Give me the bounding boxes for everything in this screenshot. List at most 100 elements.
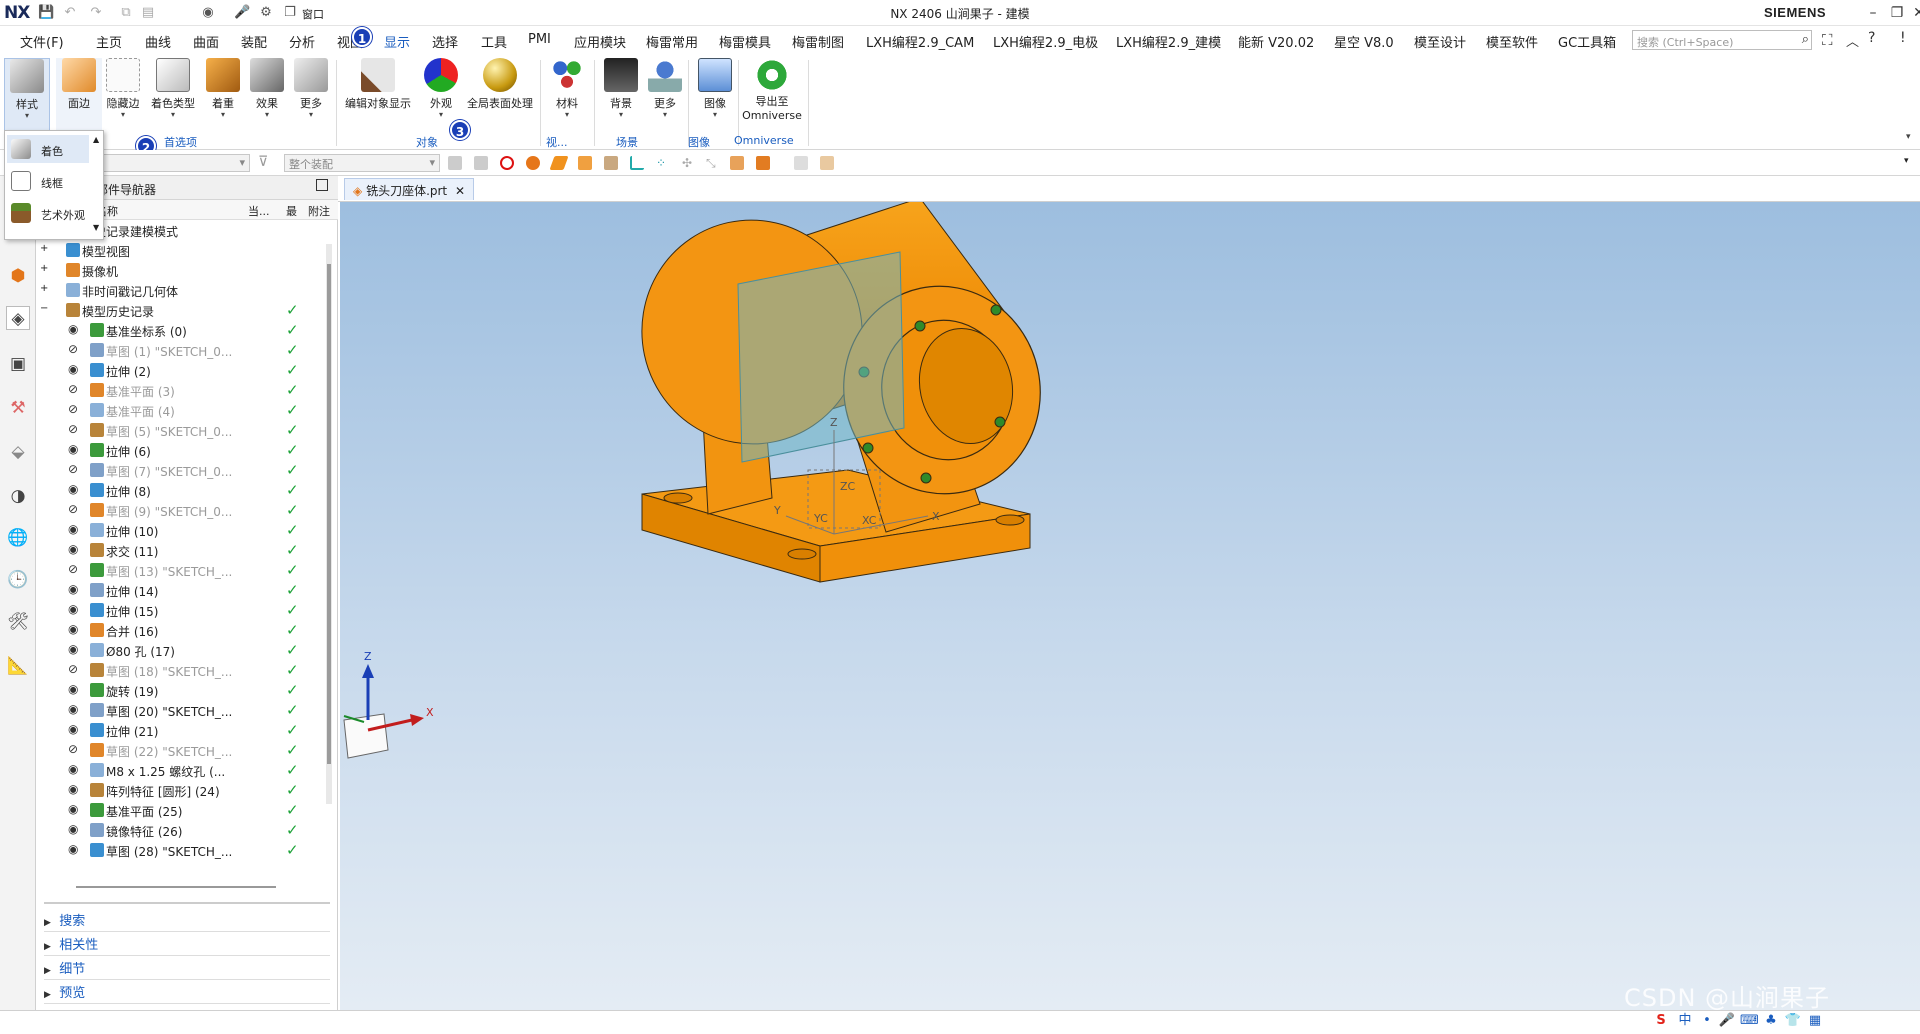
body-select-icon[interactable] <box>578 156 592 170</box>
panel-details[interactable]: ▶ 细节 <box>44 958 330 980</box>
visibility-eye-icon[interactable]: ⊘ <box>68 402 78 416</box>
visibility-eye-icon[interactable]: ◉ <box>68 442 78 456</box>
visibility-eye-icon[interactable]: ◉ <box>68 822 78 836</box>
snap-point-icon[interactable] <box>526 156 540 170</box>
web-browser-icon[interactable]: 🌐 <box>6 526 30 550</box>
menu-lxh-modeling[interactable]: LXH编程2.9_建模 <box>1116 32 1221 51</box>
punctuation-icon[interactable]: • <box>1698 1012 1716 1030</box>
tree-row[interactable]: ◉ 拉伸 (8) ✓ <box>36 480 326 500</box>
tree-row[interactable]: ◉ 旋转 (19) ✓ <box>36 680 326 700</box>
tree-row[interactable]: ◉ 拉伸 (14) ✓ <box>36 580 326 600</box>
menu-mozhi-software[interactable]: 模至软件 <box>1486 32 1538 51</box>
visibility-eye-icon[interactable]: ◉ <box>68 622 78 636</box>
deselect-icon[interactable] <box>474 156 488 170</box>
visibility-eye-icon[interactable]: ⊘ <box>68 382 78 396</box>
edit-object-display-button[interactable]: 编辑对象显示 <box>340 58 416 111</box>
menu-home[interactable]: 主页 <box>96 32 122 51</box>
datum-plane[interactable] <box>737 251 905 463</box>
menu-meilei-drawing[interactable]: 梅雷制图 <box>792 32 844 51</box>
orient-icon[interactable] <box>820 156 834 170</box>
hidden-edges-button[interactable]: 隐藏边 ▾ <box>100 58 146 119</box>
tree-row[interactable]: ◉ 阵列特征 [圆形] (24) ✓ <box>36 780 326 800</box>
face-select-icon[interactable] <box>549 156 569 170</box>
show-hide-icon[interactable] <box>794 156 808 170</box>
visibility-eye-icon[interactable]: ◉ <box>68 702 78 716</box>
tree-row[interactable]: ◉ 拉伸 (21) ✓ <box>36 720 326 740</box>
skin-icon[interactable]: ♣ <box>1762 1012 1780 1030</box>
style-option-wireframe[interactable]: 线框 <box>7 167 89 195</box>
group-omniverse[interactable]: Omniverse <box>734 134 794 147</box>
keyboard-icon[interactable]: ⌨ <box>1740 1012 1759 1030</box>
filter-icon[interactable]: ⊽ <box>258 154 268 170</box>
tree-row[interactable]: ⊘ 草图 (5) "SKETCH_0... ✓ <box>36 420 326 440</box>
expand-toggle-icon[interactable]: + <box>40 263 48 274</box>
visibility-eye-icon[interactable]: ◉ <box>68 842 78 856</box>
command-search-input[interactable]: 搜索 (Ctrl+Space) ⌕ <box>1632 30 1812 50</box>
expand-toggle-icon[interactable]: + <box>40 243 48 254</box>
visibility-eye-icon[interactable]: ◉ <box>68 322 78 336</box>
point-select-icon[interactable]: ⁘ <box>656 156 670 170</box>
part-navigator-icon[interactable]: ◈ <box>6 306 30 330</box>
scroll-down-icon[interactable]: ▼ <box>93 223 99 232</box>
tree-row[interactable]: ◉ 拉伸 (10) ✓ <box>36 520 326 540</box>
menu-lxh-cam[interactable]: LXH编程2.9_CAM <box>866 32 974 51</box>
panel-search[interactable]: ▶ 搜索 <box>44 910 330 932</box>
menu-curve[interactable]: 曲线 <box>145 32 171 51</box>
tree-row[interactable]: ◉ 合并 (16) ✓ <box>36 620 326 640</box>
group-preferences[interactable]: 首选项 <box>164 134 197 150</box>
tree-row[interactable]: ⊘ 草图 (7) "SKETCH_0... ✓ <box>36 460 326 480</box>
select-all-icon[interactable] <box>448 156 462 170</box>
tree-row[interactable]: ◉ Ø80 孔 (17) ✓ <box>36 640 326 660</box>
toolbar-options-icon[interactable]: ▾ <box>1904 156 1909 166</box>
menu-tools[interactable]: 工具 <box>481 32 507 51</box>
constraint-navigator-icon[interactable]: ⚒ <box>6 396 30 420</box>
tree-row[interactable]: ⊘ 草图 (18) "SKETCH_... ✓ <box>36 660 326 680</box>
menu-pmi[interactable]: PMI <box>528 32 551 47</box>
tree-row[interactable]: ◉ 镜像特征 (26) ✓ <box>36 820 326 840</box>
snap-options-icon[interactable] <box>756 156 770 170</box>
help-icon[interactable]: ? <box>1868 30 1875 46</box>
tools-icon[interactable]: 🛠 <box>6 610 30 634</box>
shirt-icon[interactable]: 👕 <box>1784 1012 1802 1030</box>
material-button[interactable]: 材料 ▾ <box>544 58 590 119</box>
grid-icon[interactable]: ▦ <box>1806 1012 1824 1030</box>
info-icon[interactable]: ! <box>1900 30 1906 46</box>
scroll-up-icon[interactable]: ▲ <box>93 135 99 144</box>
visibility-eye-icon[interactable]: ⊘ <box>68 502 78 516</box>
visibility-eye-icon[interactable]: ◉ <box>68 582 78 596</box>
visibility-eye-icon[interactable]: ◉ <box>68 802 78 816</box>
curve-select-icon[interactable] <box>630 156 644 170</box>
tree-row[interactable]: ◉ 拉伸 (2) ✓ <box>36 360 326 380</box>
tree-row[interactable]: ◉ 拉伸 (15) ✓ <box>36 600 326 620</box>
tree-row[interactable]: ⊘ 基准平面 (4) ✓ <box>36 400 326 420</box>
visibility-eye-icon[interactable]: ⊘ <box>68 742 78 756</box>
tree-row[interactable]: ◉ 草图 (20) "SKETCH_... ✓ <box>36 700 326 720</box>
feature-select-icon[interactable] <box>604 156 618 170</box>
visibility-eye-icon[interactable]: ◉ <box>68 782 78 796</box>
menu-assembly[interactable]: 装配 <box>241 32 267 51</box>
style-button[interactable]: 样式 ▾ <box>4 58 50 132</box>
assembly-navigator-icon[interactable]: ⬢ <box>6 264 30 288</box>
tree-row[interactable]: ◉ 求交 (11) ✓ <box>36 540 326 560</box>
menu-nengxin[interactable]: 能新 V20.02 <box>1238 32 1314 51</box>
tree-row[interactable]: + 非时间戳记几何体 <box>36 280 326 300</box>
component-select-icon[interactable] <box>730 156 744 170</box>
visibility-eye-icon[interactable]: ⊘ <box>68 562 78 576</box>
menu-display[interactable]: 显示 <box>384 32 411 56</box>
column-current[interactable]: 当... <box>248 203 270 219</box>
style-option-artistic[interactable]: 艺术外观 <box>7 199 89 227</box>
visibility-eye-icon[interactable]: ⊘ <box>68 422 78 436</box>
menu-select[interactable]: 选择 <box>432 32 458 51</box>
visibility-eye-icon[interactable]: ◉ <box>68 522 78 536</box>
appearance-button[interactable]: 外观 ▾ <box>418 58 464 119</box>
visibility-eye-icon[interactable]: ◉ <box>68 722 78 736</box>
menu-surface[interactable]: 曲面 <box>193 32 219 51</box>
graphics-window[interactable]: Z X Y ZC XC YC Z X Y <box>331 197 1920 1010</box>
visibility-eye-icon[interactable]: ⊘ <box>68 462 78 476</box>
tree-row[interactable]: ◉ M8 x 1.25 螺纹孔 (... ✓ <box>36 760 326 780</box>
tree-row[interactable]: ⊘ 草图 (1) "SKETCH_0... ✓ <box>36 340 326 360</box>
reuse-library-icon[interactable]: ▣ <box>6 352 30 376</box>
group-image[interactable]: 图像 <box>688 134 710 150</box>
scope-filter-combo[interactable]: 整个装配 ▾ <box>284 154 440 172</box>
global-surface-button[interactable]: 全局表面处理 <box>466 58 534 111</box>
